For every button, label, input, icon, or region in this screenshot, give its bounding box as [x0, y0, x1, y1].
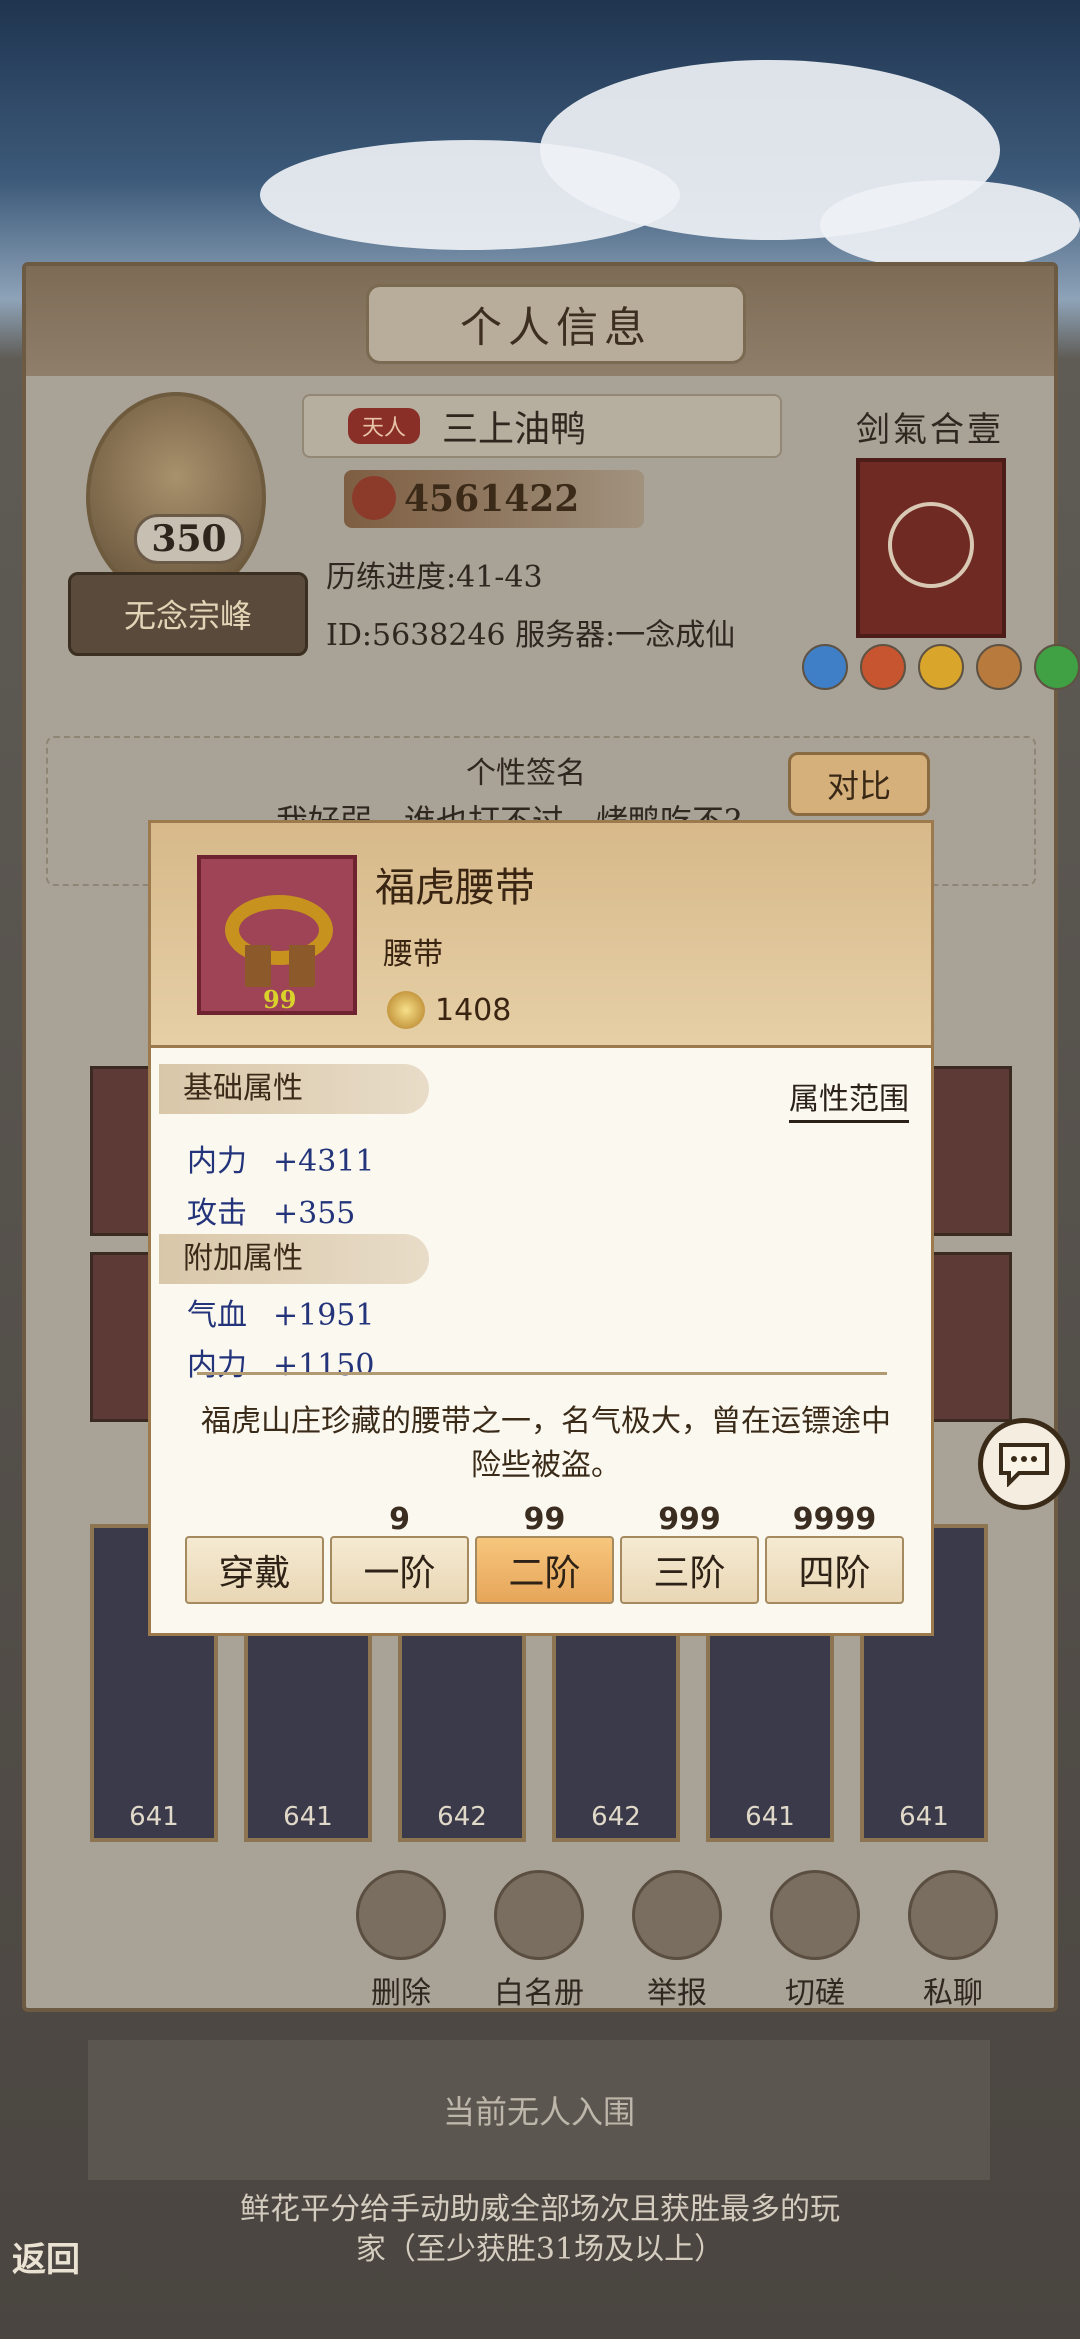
item-header: 99 福虎腰带 腰带 1408 [148, 820, 934, 1048]
tier-label: 二阶 [508, 1553, 581, 1594]
extra-attr-title: 附加属性 [159, 1234, 429, 1284]
equip-slot[interactable] [926, 1252, 1012, 1422]
action-label: 私聊 [923, 1976, 983, 2011]
power-icon [352, 476, 396, 520]
item-type: 腰带 [383, 937, 443, 972]
delete-icon [356, 1870, 446, 1960]
attr-range-link[interactable]: 属性范围 [789, 1074, 909, 1123]
card-level: 641 [283, 1802, 333, 1832]
sky-background [0, 0, 1080, 300]
player-name: 三上油鸭 [442, 409, 587, 450]
item-power: 1408 [387, 991, 511, 1029]
compare-button[interactable]: 对比 [788, 752, 930, 816]
speech-bubble-icon [999, 1443, 1049, 1487]
spar-button[interactable]: 切磋 [760, 1870, 870, 2012]
guild-banner[interactable] [856, 458, 1006, 638]
attr-line: 内力 +1150 [187, 1340, 374, 1384]
attr-value: +355 [273, 1196, 356, 1231]
action-label: 白名册 [494, 1976, 584, 2011]
action-label: 删除 [371, 1976, 431, 2011]
dragon-emblem-icon [888, 502, 974, 588]
empty-list-box: 当前无人入围 [88, 2040, 990, 2180]
player-name-box: 天人 三上油鸭 [302, 394, 782, 458]
belt-ring [225, 895, 333, 965]
item-power-value: 1408 [435, 992, 512, 1028]
item-detail-popup: 99 福虎腰带 腰带 1408 基础属性 属性范围 内力 +4311 攻击 +355… [148, 820, 934, 1636]
tier-3-button[interactable]: 999 三阶 [620, 1502, 759, 1604]
gem-icon [976, 644, 1022, 690]
power-value: 4561422 [404, 478, 580, 520]
attr-name: 内力 [187, 1144, 247, 1179]
gem-icon [802, 644, 848, 690]
combat-power: 4561422 [344, 470, 644, 528]
gem-icon [918, 644, 964, 690]
avatar[interactable] [86, 392, 266, 602]
tier-mark: 9 [389, 1502, 410, 1537]
card-level: 642 [437, 1802, 487, 1832]
attr-name: 气血 [187, 1298, 247, 1333]
back-button[interactable]: 返回 [12, 2232, 112, 2296]
item-star-mark: 99 [263, 985, 297, 1014]
level-badge: 350 [134, 514, 244, 564]
id-server-text: ID:5638246 服务器:一念成仙 [326, 618, 736, 653]
tier-wear-button[interactable]: 穿戴 [185, 1536, 324, 1604]
tier-selector: 穿戴 9 一阶 99 二阶 999 三阶 9999 四阶 [185, 1502, 904, 1604]
gem-icon [860, 644, 906, 690]
chat-icon [908, 1870, 998, 1960]
action-label: 切磋 [785, 1976, 845, 2011]
tier-label: 四阶 [798, 1553, 871, 1594]
attr-value: +4311 [273, 1144, 375, 1179]
item-name: 福虎腰带 [375, 865, 535, 911]
item-attributes: 基础属性 属性范围 内力 +4311 攻击 +355 附加属性 气血 +1951 内力… [148, 1048, 934, 1636]
tier-1-button[interactable]: 9 一阶 [330, 1502, 469, 1604]
tier-label: 穿戴 [218, 1553, 291, 1594]
card-level: 641 [129, 1802, 179, 1832]
action-label: 举报 [647, 1976, 707, 2011]
gem-row [802, 644, 1080, 690]
book-icon [494, 1870, 584, 1960]
belt-icon[interactable]: 99 [197, 855, 357, 1015]
chat-float-button[interactable] [978, 1418, 1070, 1510]
tier-4-button[interactable]: 9999 四阶 [765, 1502, 904, 1604]
gem-icon [1034, 644, 1080, 690]
attr-value: +1951 [273, 1298, 375, 1333]
rule-text: 鲜花平分给手动助威全部场次且获胜最多的玩家（至少获胜31场及以上） [240, 2192, 840, 2267]
tier-label: 一阶 [363, 1553, 436, 1594]
tier-2-button[interactable]: 99 二阶 [475, 1502, 614, 1604]
tier-label: 三阶 [653, 1553, 726, 1594]
report-icon [632, 1870, 722, 1960]
power-orb-icon [387, 991, 425, 1029]
private-chat-button[interactable]: 私聊 [898, 1870, 1008, 2012]
card-level: 641 [899, 1802, 949, 1832]
base-attr-title: 基础属性 [159, 1064, 429, 1114]
report-button[interactable]: 举报 [622, 1870, 732, 2012]
title-badge: 天人 [348, 408, 421, 444]
belt-tassel [245, 945, 271, 987]
attr-value: +1150 [273, 1348, 375, 1383]
attr-name: 攻击 [187, 1196, 247, 1231]
card-level: 642 [591, 1802, 641, 1832]
guild-name: 剑氣合壹 [856, 410, 1004, 450]
tier-mark: 999 [658, 1502, 721, 1537]
divider [197, 1372, 887, 1375]
tier-mark: 9999 [792, 1502, 877, 1537]
item-description: 福虎山庄珍藏的腰带之一，名气极大，曾在运镖途中险些被盗。 [201, 1404, 891, 1483]
sect-plaque: 无念宗峰 [68, 572, 308, 656]
card-level: 641 [745, 1802, 795, 1832]
attr-name: 内力 [187, 1348, 247, 1383]
attr-line: 气血 +1951 [187, 1290, 374, 1334]
attr-line: 内力 +4311 [187, 1136, 374, 1180]
delete-button[interactable]: 删除 [346, 1870, 456, 2012]
signature-title: 个性签名 [466, 756, 586, 791]
page-title: 个人信息 [366, 284, 746, 364]
spar-icon [770, 1870, 860, 1960]
belt-tassel [289, 945, 315, 987]
progress-text: 历练进度:41-43 [326, 560, 543, 595]
attr-line: 攻击 +355 [187, 1188, 355, 1232]
tier-mark: 99 [523, 1502, 566, 1537]
equip-slot[interactable] [926, 1066, 1012, 1236]
whitelist-button[interactable]: 白名册 [484, 1870, 594, 2012]
